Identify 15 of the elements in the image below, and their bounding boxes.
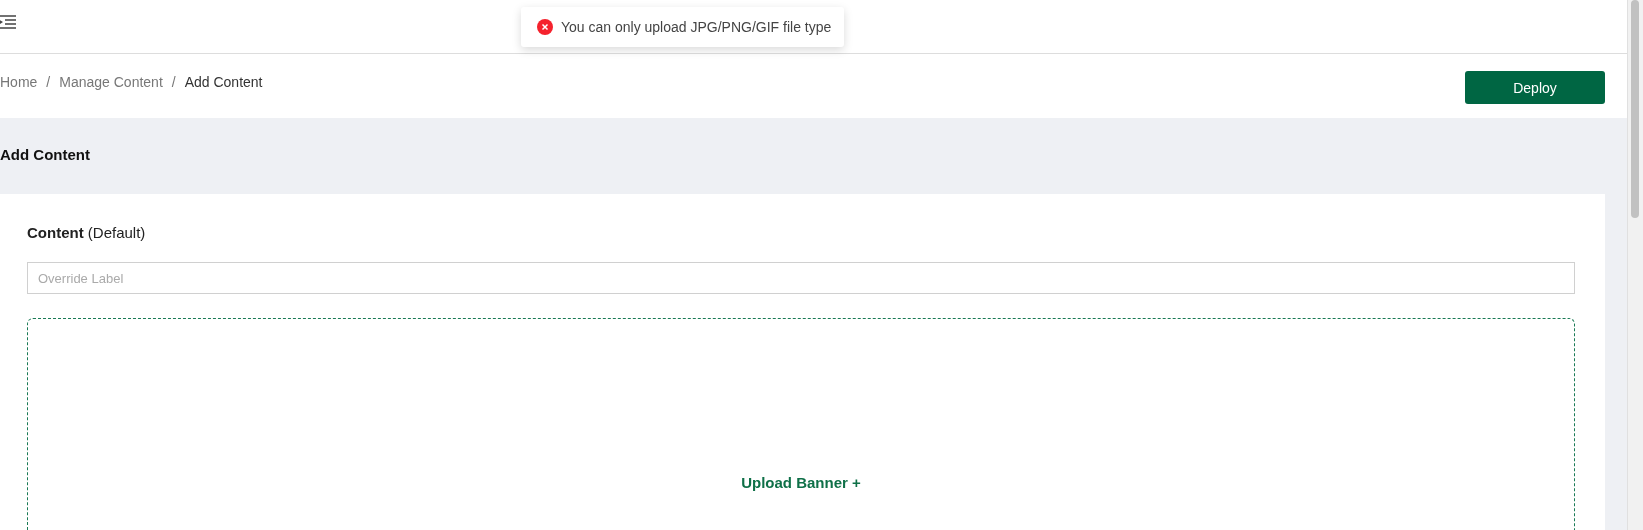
scrollbar-thumb[interactable] (1631, 0, 1639, 218)
breadcrumb-item[interactable]: Home (0, 74, 38, 90)
upload-drop-zone[interactable]: Upload Banner + (27, 318, 1575, 530)
breadcrumb-separator: / (171, 74, 176, 90)
breadcrumb-item: Add Content (184, 74, 263, 90)
toast-text: You can only upload JPG/PNG/GIF file type (561, 19, 832, 35)
page-title: Add Content (0, 145, 91, 165)
override-label-field[interactable]: Override Label (27, 262, 1575, 294)
scrollbar[interactable] (1627, 0, 1643, 530)
upload-banner-label[interactable]: Upload Banner + (741, 474, 861, 492)
breadcrumb-separator: / (46, 74, 51, 90)
breadcrumb-item[interactable]: Manage Content (59, 74, 163, 90)
section-title: Content (Default) (27, 224, 147, 243)
deploy-button[interactable]: Deploy (1465, 71, 1605, 104)
menu-collapse-icon[interactable] (0, 14, 16, 29)
